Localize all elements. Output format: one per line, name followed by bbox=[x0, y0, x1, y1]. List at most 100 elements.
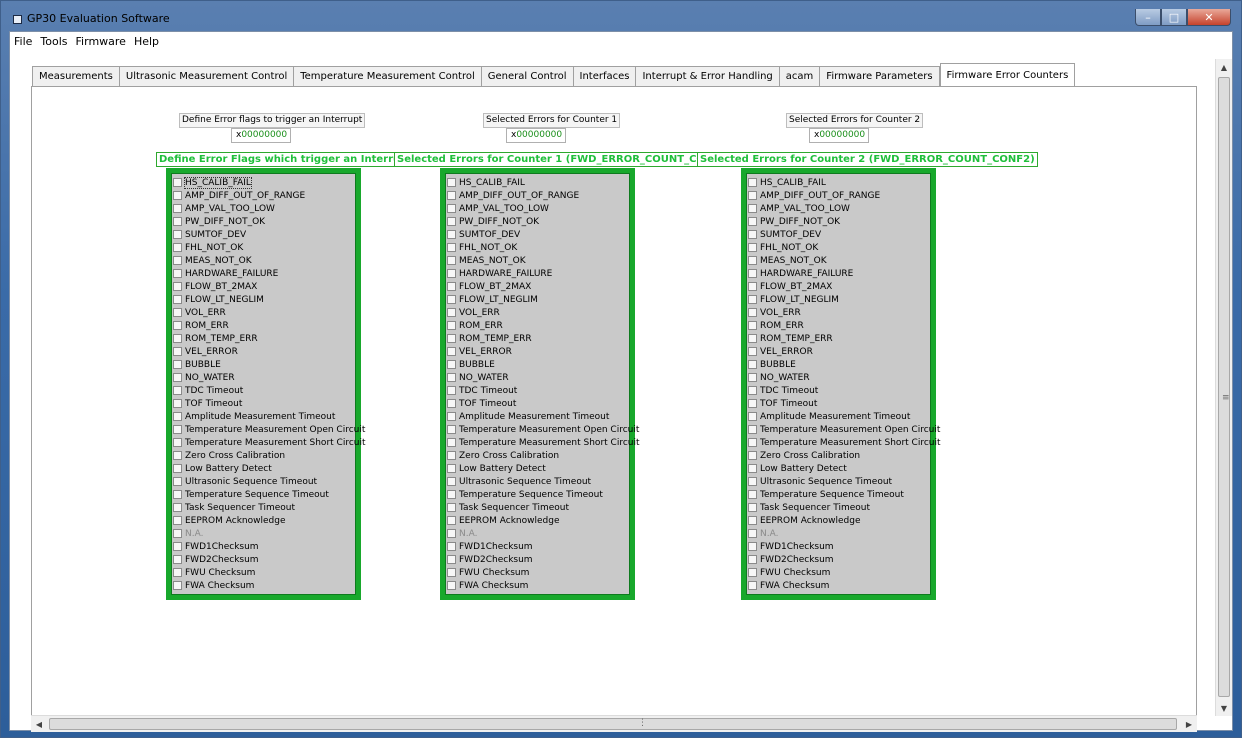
checkbox[interactable] bbox=[447, 204, 456, 213]
checkbox[interactable] bbox=[173, 178, 182, 187]
flag-checkbox-row[interactable]: FHL_NOT_OK bbox=[748, 241, 929, 254]
checkbox[interactable] bbox=[173, 464, 182, 473]
scroll-down-icon[interactable]: ▼ bbox=[1216, 700, 1232, 716]
checkbox[interactable] bbox=[748, 477, 757, 486]
checkbox[interactable] bbox=[447, 581, 456, 590]
flag-checkbox-row[interactable]: HS_CALIB_FAIL bbox=[447, 176, 628, 189]
checkbox[interactable] bbox=[748, 360, 757, 369]
flag-checkbox-row[interactable]: FHL_NOT_OK bbox=[173, 241, 354, 254]
checkbox[interactable] bbox=[447, 321, 456, 330]
checkbox[interactable] bbox=[447, 308, 456, 317]
flag-checkbox-row[interactable]: NO_WATER bbox=[447, 371, 628, 384]
vertical-scrollbar[interactable]: ▲ ≡ ▼ bbox=[1215, 59, 1232, 716]
tab-measurements[interactable]: Measurements bbox=[32, 66, 120, 87]
checkbox[interactable] bbox=[748, 451, 757, 460]
checkbox[interactable] bbox=[173, 269, 182, 278]
flag-checkbox-row[interactable]: ROM_TEMP_ERR bbox=[173, 332, 354, 345]
flag-checkbox-row[interactable]: Temperature Measurement Open Circuit bbox=[447, 423, 639, 436]
flag-checkbox-row[interactable]: Low Battery Detect bbox=[447, 462, 628, 475]
flag-checkbox-row[interactable]: ROM_TEMP_ERR bbox=[447, 332, 628, 345]
checkbox[interactable] bbox=[173, 373, 182, 382]
checkbox[interactable] bbox=[748, 464, 757, 473]
flag-checkbox-row[interactable]: FWD2Checksum bbox=[748, 553, 929, 566]
checkbox[interactable] bbox=[173, 256, 182, 265]
checkbox[interactable] bbox=[748, 308, 757, 317]
flag-checkbox-row[interactable]: Low Battery Detect bbox=[173, 462, 354, 475]
checkbox[interactable] bbox=[748, 542, 757, 551]
flag-checkbox-row[interactable]: Ultrasonic Sequence Timeout bbox=[447, 475, 628, 488]
flag-checkbox-row[interactable]: FLOW_LT_NEGLIM bbox=[447, 293, 628, 306]
flag-checkbox-row[interactable]: SUMTOF_DEV bbox=[447, 228, 628, 241]
checkbox[interactable] bbox=[173, 568, 182, 577]
tab-firmware-parameters[interactable]: Firmware Parameters bbox=[820, 66, 940, 87]
flag-checkbox-row[interactable]: HARDWARE_FAILURE bbox=[447, 267, 628, 280]
checkbox[interactable] bbox=[447, 217, 456, 226]
checkbox[interactable] bbox=[748, 334, 757, 343]
checkbox[interactable] bbox=[173, 243, 182, 252]
checkbox[interactable] bbox=[447, 555, 456, 564]
flag-checkbox-row[interactable]: BUBBLE bbox=[447, 358, 628, 371]
flag-checkbox-row[interactable]: ROM_ERR bbox=[447, 319, 628, 332]
flag-checkbox-row[interactable]: Zero Cross Calibration bbox=[173, 449, 354, 462]
flag-checkbox-row[interactable]: FLOW_LT_NEGLIM bbox=[748, 293, 929, 306]
checkbox[interactable] bbox=[173, 451, 182, 460]
menu-firmware[interactable]: Firmware bbox=[72, 32, 130, 51]
checkbox[interactable] bbox=[447, 464, 456, 473]
checkbox[interactable] bbox=[447, 490, 456, 499]
checkbox[interactable] bbox=[447, 516, 456, 525]
flag-checkbox-row[interactable]: Temperature Sequence Timeout bbox=[173, 488, 354, 501]
checkbox[interactable] bbox=[447, 178, 456, 187]
horizontal-scrollbar[interactable]: ◀ ⋮ ▶ bbox=[31, 715, 1197, 732]
flag-checkbox-row[interactable]: Amplitude Measurement Timeout bbox=[447, 410, 628, 423]
flag-checkbox-row[interactable]: Low Battery Detect bbox=[748, 462, 929, 475]
checkbox[interactable] bbox=[748, 503, 757, 512]
checkbox[interactable] bbox=[748, 438, 757, 447]
checkbox[interactable] bbox=[447, 542, 456, 551]
menu-tools[interactable]: Tools bbox=[36, 32, 71, 51]
flag-checkbox-row[interactable]: FWA Checksum bbox=[173, 579, 354, 592]
flag-checkbox-row[interactable]: TDC Timeout bbox=[447, 384, 628, 397]
checkbox[interactable] bbox=[173, 542, 182, 551]
maximize-icon[interactable]: □ bbox=[1161, 9, 1187, 26]
flag-checkbox-row[interactable]: Temperature Measurement Short Circuit bbox=[748, 436, 941, 449]
checkbox[interactable] bbox=[447, 438, 456, 447]
checkbox[interactable] bbox=[748, 347, 757, 356]
flag-checkbox-row[interactable]: FWD2Checksum bbox=[173, 553, 354, 566]
checkbox[interactable] bbox=[748, 490, 757, 499]
checkbox[interactable] bbox=[173, 308, 182, 317]
flag-checkbox-row[interactable]: PW_DIFF_NOT_OK bbox=[173, 215, 354, 228]
flag-checkbox-row[interactable]: TOF Timeout bbox=[173, 397, 354, 410]
flag-checkbox-row[interactable]: AMP_DIFF_OUT_OF_RANGE bbox=[173, 189, 354, 202]
checkbox[interactable] bbox=[173, 490, 182, 499]
flag-checkbox-row[interactable]: FWA Checksum bbox=[748, 579, 929, 592]
flag-checkbox-row[interactable]: FWU Checksum bbox=[748, 566, 929, 579]
flag-checkbox-row[interactable]: Ultrasonic Sequence Timeout bbox=[748, 475, 929, 488]
checkbox[interactable] bbox=[173, 516, 182, 525]
flag-checkbox-row[interactable]: Temperature Sequence Timeout bbox=[447, 488, 628, 501]
flag-checkbox-row[interactable]: Amplitude Measurement Timeout bbox=[748, 410, 929, 423]
flag-checkbox-row[interactable]: ROM_ERR bbox=[748, 319, 929, 332]
checkbox[interactable] bbox=[173, 425, 182, 434]
checkbox[interactable] bbox=[447, 269, 456, 278]
checkbox[interactable] bbox=[447, 191, 456, 200]
checkbox[interactable] bbox=[748, 178, 757, 187]
checkbox[interactable] bbox=[447, 230, 456, 239]
checkbox[interactable] bbox=[173, 360, 182, 369]
checkbox[interactable] bbox=[748, 516, 757, 525]
flag-checkbox-row[interactable]: Temperature Measurement Short Circuit bbox=[173, 436, 366, 449]
flag-checkbox-row[interactable]: EEPROM Acknowledge bbox=[748, 514, 929, 527]
checkbox[interactable] bbox=[748, 373, 757, 382]
flag-checkbox-row[interactable]: TOF Timeout bbox=[748, 397, 929, 410]
flag-checkbox-row[interactable]: FHL_NOT_OK bbox=[447, 241, 628, 254]
checkbox[interactable] bbox=[173, 347, 182, 356]
flag-checkbox-row[interactable]: N.A. bbox=[748, 527, 929, 540]
scroll-right-icon[interactable]: ▶ bbox=[1181, 716, 1197, 732]
checkbox[interactable] bbox=[173, 204, 182, 213]
checkbox[interactable] bbox=[173, 282, 182, 291]
scroll-up-icon[interactable]: ▲ bbox=[1216, 59, 1232, 75]
menu-file[interactable]: File bbox=[10, 32, 36, 51]
flag-checkbox-row[interactable]: Zero Cross Calibration bbox=[748, 449, 929, 462]
flag-checkbox-row[interactable]: ROM_ERR bbox=[173, 319, 354, 332]
flag-checkbox-row[interactable]: FWD1Checksum bbox=[748, 540, 929, 553]
flag-checkbox-row[interactable]: BUBBLE bbox=[173, 358, 354, 371]
